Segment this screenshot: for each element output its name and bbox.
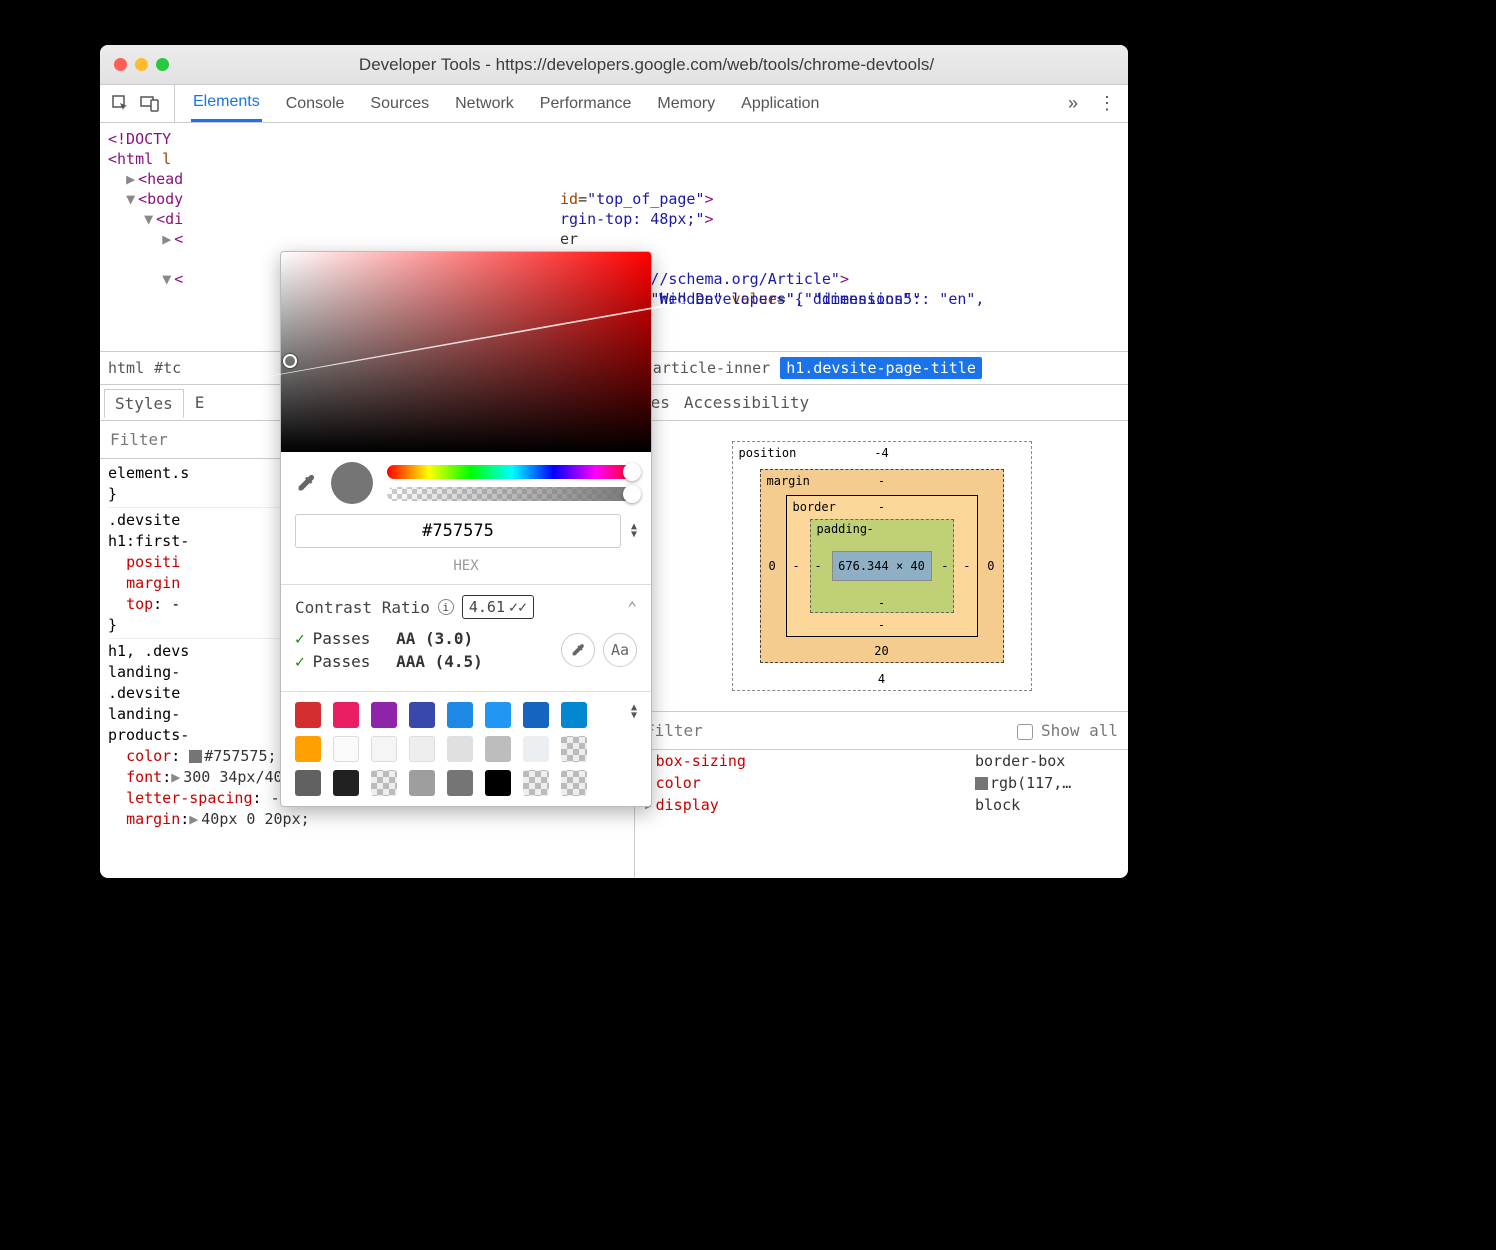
palette-swatch[interactable] xyxy=(523,770,549,796)
tab-network[interactable]: Network xyxy=(453,85,516,122)
palette-swatch[interactable] xyxy=(485,702,511,728)
window-title: Developer Tools - https://developers.goo… xyxy=(179,55,1114,75)
subtab-styles[interactable]: Styles xyxy=(104,389,184,418)
palette-swatch[interactable] xyxy=(447,702,473,728)
zoom-window-button[interactable] xyxy=(156,58,169,71)
color-spectrum[interactable] xyxy=(281,252,651,452)
format-stepper-icon[interactable]: ▲▼ xyxy=(631,523,637,539)
slider-handle[interactable] xyxy=(623,485,641,503)
titlebar: Developer Tools - https://developers.goo… xyxy=(100,45,1128,85)
computed-row[interactable]: ▶colorrgb(117,… xyxy=(635,772,1128,794)
checkbox-icon xyxy=(1017,724,1033,740)
palette-swatch[interactable] xyxy=(333,736,359,762)
palette-swatch[interactable] xyxy=(333,702,359,728)
checkmark-icon: ✓ xyxy=(295,652,305,671)
panel-tabs: Elements Console Sources Network Perform… xyxy=(175,85,1058,122)
filter-label[interactable]: Filter xyxy=(110,430,168,449)
chevron-up-icon[interactable]: ⌃ xyxy=(627,598,637,617)
palette-swatch[interactable] xyxy=(371,702,397,728)
box-model[interactable]: position -4 4 margin - 20 0 0 border - xyxy=(635,421,1128,711)
subtab-accessibility[interactable]: Accessibility xyxy=(684,393,809,412)
checkmark-icon: ✓ xyxy=(295,629,305,648)
palette-swatch[interactable] xyxy=(409,736,435,762)
contrast-ratio-badge: 4.61✓✓ xyxy=(462,595,534,619)
window-controls xyxy=(114,58,169,71)
palette-swatch[interactable] xyxy=(561,736,587,762)
slider-handle[interactable] xyxy=(623,463,641,481)
tab-elements[interactable]: Elements xyxy=(191,85,262,122)
spectrum-handle[interactable] xyxy=(283,354,297,368)
palette-stepper-icon[interactable]: ▲▼ xyxy=(631,704,637,720)
device-toolbar-icon[interactable] xyxy=(140,95,160,113)
palette-swatch[interactable] xyxy=(523,736,549,762)
subtab-partial[interactable]: E xyxy=(184,388,216,417)
computed-panel: ies Accessibility position -4 4 margin -… xyxy=(635,385,1128,878)
color-swatch-icon[interactable] xyxy=(189,750,202,763)
palette-swatch[interactable] xyxy=(295,770,321,796)
tab-application[interactable]: Application xyxy=(739,85,821,122)
color-picker-popup: ▲▼ HEX Contrast Ratio i 4.61✓✓ ⌃ ✓Passes… xyxy=(280,251,652,807)
crumb-item[interactable]: #tc xyxy=(154,359,181,377)
computed-styles: Filter Show all ▶box-sizingborder-box ▶c… xyxy=(635,711,1128,878)
info-icon[interactable]: i xyxy=(438,599,454,615)
close-window-button[interactable] xyxy=(114,58,127,71)
color-swatch-icon xyxy=(975,777,988,790)
palette-swatch[interactable] xyxy=(295,736,321,762)
palette-swatch[interactable] xyxy=(485,770,511,796)
contrast-curve xyxy=(247,301,685,380)
palette-swatch[interactable] xyxy=(333,770,359,796)
palette-swatch[interactable] xyxy=(447,736,473,762)
current-color-preview xyxy=(331,462,373,504)
minimize-window-button[interactable] xyxy=(135,58,148,71)
hue-slider[interactable] xyxy=(387,465,637,479)
format-label: HEX xyxy=(281,558,651,584)
palette-swatch[interactable] xyxy=(561,702,587,728)
palette-swatch[interactable] xyxy=(561,770,587,796)
computed-row[interactable]: ▶displayblock xyxy=(635,794,1128,816)
tab-console[interactable]: Console xyxy=(284,85,347,122)
contrast-section: Contrast Ratio i 4.61✓✓ ⌃ ✓Passes AA (3.… xyxy=(281,584,651,691)
eyedropper-icon[interactable] xyxy=(295,472,317,494)
alpha-slider[interactable] xyxy=(387,487,637,501)
kebab-menu-icon[interactable]: ⋮ xyxy=(1088,93,1116,114)
tab-sources[interactable]: Sources xyxy=(368,85,431,122)
computed-row[interactable]: ▶box-sizingborder-box xyxy=(635,750,1128,772)
computed-filter-label[interactable]: Filter xyxy=(645,721,703,740)
inspect-element-icon[interactable] xyxy=(112,95,130,113)
palette-swatch[interactable] xyxy=(447,770,473,796)
palette-swatches: ▲▼ xyxy=(281,691,651,806)
devtools-window: Developer Tools - https://developers.goo… xyxy=(100,45,1128,878)
main-toolbar: Elements Console Sources Network Perform… xyxy=(100,85,1128,123)
crumb-item[interactable]: html xyxy=(108,359,144,377)
tab-memory[interactable]: Memory xyxy=(655,85,717,122)
tab-performance[interactable]: Performance xyxy=(538,85,634,122)
palette-swatch[interactable] xyxy=(295,702,321,728)
content-area: <!DOCTY <html l ▶<head ▼<bodyid="top_of_… xyxy=(100,123,1128,878)
bg-eyedropper-icon[interactable] xyxy=(561,633,595,667)
text-sample-icon[interactable]: Aa xyxy=(603,633,637,667)
more-tabs-icon[interactable]: » xyxy=(1058,93,1088,114)
contrast-label: Contrast Ratio xyxy=(295,598,430,617)
show-all-toggle[interactable]: Show all xyxy=(1017,721,1118,740)
palette-swatch[interactable] xyxy=(371,736,397,762)
palette-swatch[interactable] xyxy=(371,770,397,796)
box-content-size: 676.344 × 40 xyxy=(838,559,925,573)
right-subtabs: ies Accessibility xyxy=(635,385,1128,421)
palette-swatch[interactable] xyxy=(523,702,549,728)
palette-swatch[interactable] xyxy=(409,770,435,796)
hex-input[interactable] xyxy=(295,514,621,548)
palette-swatch[interactable] xyxy=(485,736,511,762)
crumb-item-selected[interactable]: h1.devsite-page-title xyxy=(780,357,982,379)
palette-swatch[interactable] xyxy=(409,702,435,728)
